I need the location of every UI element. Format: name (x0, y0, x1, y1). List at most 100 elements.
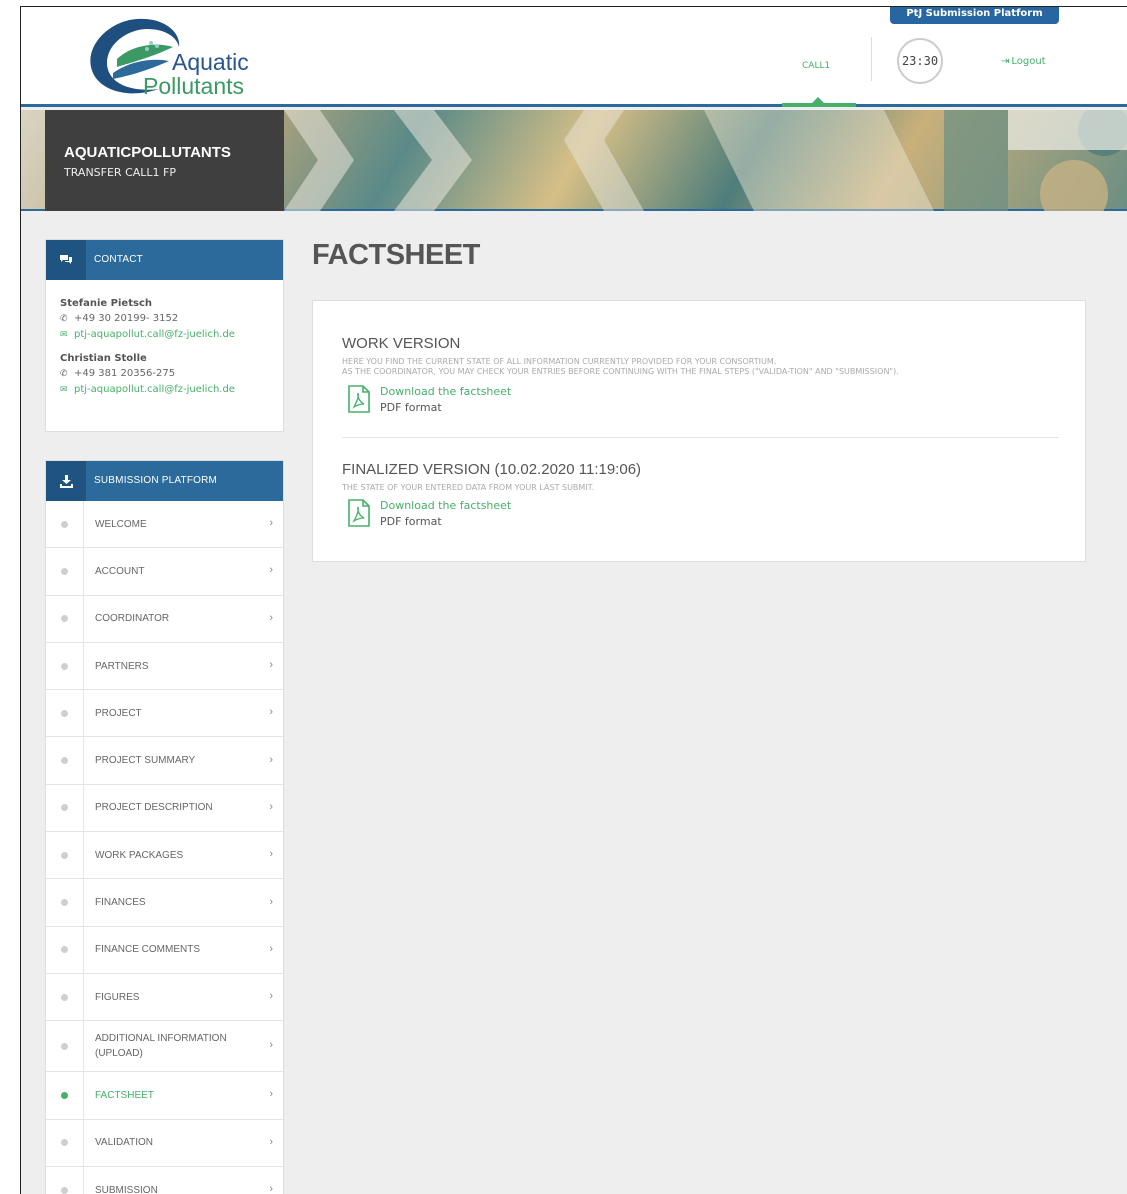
session-timer: 23:30 (897, 38, 943, 84)
sidebar-item-label: PROJECT DESCRIPTION (95, 802, 213, 814)
nav-active-indicator (782, 103, 856, 107)
banner-subtitle: TRANSFER CALL1 FP (64, 166, 176, 179)
download-factsheet-link[interactable]: Download the factsheet (380, 499, 511, 513)
sidebar-item-label: ADDITIONAL INFORMATION (UPLOAD) (95, 1033, 227, 1060)
status-dot (61, 993, 68, 1001)
chevron-right-icon: › (269, 659, 273, 672)
chat-icon (46, 240, 86, 280)
sidebar-item-project[interactable]: PROJECT › (46, 690, 283, 738)
sidebar-item-label: SUBMISSION (95, 1184, 158, 1194)
logo-word-pollutants: Pollutants (143, 73, 245, 99)
chevron-right-icon: › (269, 800, 273, 813)
sidebar-item-validation[interactable]: VALIDATION › (46, 1119, 283, 1167)
work-version-desc-line1: HERE YOU FIND THE CURRENT STATE OF ALL I… (342, 357, 777, 366)
status-dot (61, 709, 68, 717)
chevron-right-icon: › (269, 706, 273, 719)
pdf-icon (348, 499, 370, 527)
contact-panel: CONTACT Stefanie Pietsch ✆ +49 30 20199- … (45, 239, 284, 432)
sidebar-item-label: PROJECT (95, 707, 142, 719)
page-title: FACTSHEET (312, 239, 480, 271)
sidebar-item-work-packages[interactable]: WORK PACKAGES › (46, 832, 283, 880)
sidebar-item-label: FIGURES (95, 991, 140, 1003)
submission-header: SUBMISSION PLATFORM (46, 461, 283, 501)
phone-icon: ✆ (60, 368, 68, 379)
sidebar-item-project-description[interactable]: PROJECT DESCRIPTION › (46, 784, 283, 833)
contact-email-link[interactable]: ptj-aquapollut.call@fz-juelich.de (74, 329, 235, 340)
banner-arrows-image (284, 110, 1127, 211)
sidebar-item-project-summary[interactable]: PROJECT SUMMARY › (46, 737, 283, 785)
status-dot (61, 1139, 68, 1147)
download-icon (46, 461, 86, 501)
contact-email-link[interactable]: ptj-aquapollut.call@fz-juelich.de (74, 384, 235, 395)
status-dot (61, 757, 68, 765)
status-dot (61, 520, 68, 528)
final-download[interactable]: Download the factsheet PDF format (346, 499, 511, 529)
sidebar-item-finances[interactable]: FINANCES › (46, 879, 283, 927)
work-version-description: HERE YOU FIND THE CURRENT STATE OF ALL I… (342, 357, 1082, 377)
section-divider (342, 437, 1059, 438)
status-dot (61, 615, 68, 623)
status-dot-active (61, 1091, 68, 1099)
chevron-right-icon: › (269, 990, 273, 1003)
status-dot (61, 804, 68, 812)
contact-header-label: CONTACT (94, 254, 143, 265)
factsheet-card: WORK VERSION HERE YOU FIND THE CURRENT S… (312, 300, 1086, 562)
submission-header-label: SUBMISSION PLATFORM (94, 475, 218, 486)
sidebar-item-label: ACCOUNT (95, 565, 145, 577)
chevron-right-icon: › (269, 564, 273, 577)
phone-icon: ✆ (60, 313, 68, 324)
sidebar-item-account[interactable]: ACCOUNT › (46, 548, 283, 596)
sidebar-item-label: PARTNERS (95, 660, 149, 672)
contact-header: CONTACT (46, 240, 283, 280)
sidebar-item-submission[interactable]: SUBMISSION › (46, 1166, 283, 1194)
logout-label: Logout (1011, 56, 1046, 67)
contact-name: Christian Stolle (60, 353, 147, 364)
status-dot (61, 662, 68, 670)
status-dot (61, 1042, 68, 1050)
nav-call1-link[interactable]: CALL1 (802, 61, 830, 71)
download-factsheet-link[interactable]: Download the factsheet (380, 385, 511, 399)
platform-tab[interactable]: PtJ Submission Platform (890, 7, 1059, 24)
contact-name: Stefanie Pietsch (60, 298, 152, 309)
status-dot (61, 851, 68, 859)
page-frame: PtJ Submission Platform Aquatic Pollutan… (20, 6, 1127, 1194)
finalized-version-description: THE STATE OF YOUR ENTERED DATA FROM YOUR… (342, 483, 595, 492)
chevron-right-icon: › (269, 1135, 273, 1148)
contact-phone[interactable]: +49 30 20199- 3152 (74, 313, 178, 324)
sidebar-item-finance-comments[interactable]: FINANCE COMMENTS › (46, 926, 283, 974)
status-dot (61, 1186, 68, 1194)
sidebar-item-figures[interactable]: FIGURES › (46, 973, 283, 1022)
header: PtJ Submission Platform Aquatic Pollutan… (21, 7, 1127, 107)
mail-icon: ✉ (60, 329, 68, 340)
status-dot (61, 899, 68, 907)
sidebar-item-factsheet[interactable]: FACTSHEET › (46, 1072, 283, 1120)
banner-title: AQUATICPOLLUTANTS (64, 144, 231, 161)
sidebar-item-coordinator[interactable]: COORDINATOR › (46, 595, 283, 643)
contact-phone[interactable]: +49 381 20356-275 (74, 368, 175, 379)
chevron-right-icon: › (269, 895, 273, 908)
finalized-version-title: FINALIZED VERSION (10.02.2020 11:19:06) (342, 461, 642, 478)
sidebar-item-label: VALIDATION (95, 1137, 153, 1149)
sidebar-item-label: FINANCE COMMENTS (95, 944, 200, 956)
logo-word-aquatic: Aquatic (172, 49, 249, 75)
chevron-right-icon: › (269, 753, 273, 766)
sidebar-item-label: FINANCES (95, 897, 146, 909)
sidebar-item-label: PROJECT SUMMARY (95, 755, 196, 767)
logout-icon: ⇥ (1001, 56, 1010, 67)
status-dot (61, 567, 68, 575)
sidebar-item-additional-information[interactable]: ADDITIONAL INFORMATION (UPLOAD) › (46, 1021, 283, 1073)
mail-icon: ✉ (60, 384, 68, 395)
chevron-right-icon: › (269, 1039, 273, 1052)
pdf-format-label: PDF format (380, 515, 442, 528)
sidebar-item-label: WORK PACKAGES (95, 849, 184, 861)
header-separator (871, 37, 872, 81)
sidebar-item-welcome[interactable]: WELCOME › (46, 501, 283, 549)
sidebar-item-label: WELCOME (95, 518, 147, 530)
sidebar-item-partners[interactable]: PARTNERS › (46, 642, 283, 691)
status-dot (61, 946, 68, 954)
pdf-icon (348, 385, 370, 413)
work-download[interactable]: Download the factsheet PDF format (346, 385, 511, 415)
chevron-right-icon: › (269, 1183, 273, 1194)
logout-link[interactable]: ⇥ Logout (1001, 56, 1046, 67)
chevron-right-icon: › (269, 611, 273, 624)
